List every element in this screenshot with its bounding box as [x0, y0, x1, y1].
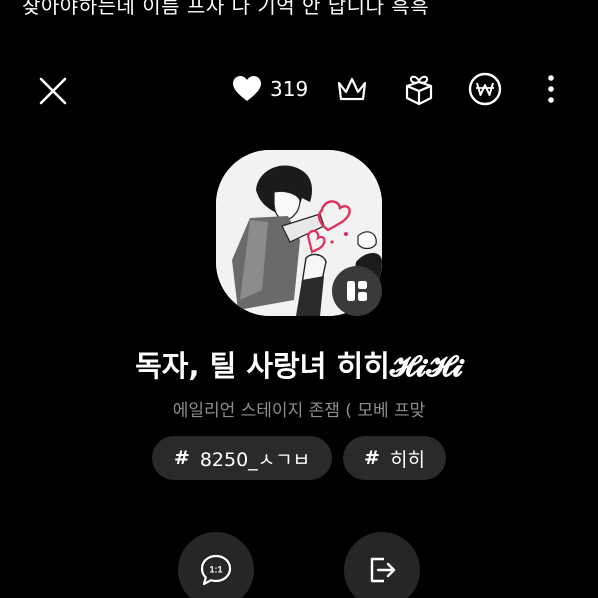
tag-chip[interactable]: # 8250_ㅅㄱㅂ [152, 436, 332, 480]
chat-1to1-button[interactable]: 1:1 [178, 532, 254, 598]
profile-subtitle: 에일리언 스테이지 존잼 ( 모베 프맞 [172, 401, 426, 421]
tag-label: 8250_ㅅㄱㅂ [199, 448, 311, 471]
exit-share-icon [370, 557, 396, 583]
more-button[interactable] [534, 72, 568, 106]
caption-text: 찾아야하는데 이름 프사 나 기억 안 납니다 흑흑 [22, 0, 430, 18]
like-button[interactable]: 319 [232, 74, 308, 104]
chat-1to1-icon: 1:1 [200, 554, 232, 586]
more-vertical-icon [548, 75, 554, 103]
hashtag-icon: # [173, 447, 190, 469]
avatar-container [216, 150, 382, 316]
like-count: 319 [270, 77, 309, 101]
top-bar: 319 [0, 62, 598, 114]
profile-title: 독자, 틸 사랑녀 히히𝓗𝓲𝓗𝓲 [135, 349, 463, 383]
gallery-badge-button[interactable] [332, 266, 382, 316]
won-button[interactable] [468, 72, 502, 106]
profile-screen: 찾아야하는데 이름 프사 나 기억 안 납니다 흑흑 319 독자, 틸 사랑녀… [0, 0, 598, 598]
crown-icon [337, 77, 367, 101]
tag-label: 히히 [389, 448, 425, 471]
gallery-icon [347, 281, 367, 301]
won-coin-icon [468, 72, 502, 106]
gift-button[interactable] [402, 72, 436, 106]
tag-chip[interactable]: # 히히 [343, 436, 446, 480]
close-icon [39, 77, 67, 105]
share-exit-button[interactable] [344, 532, 420, 598]
gift-box-icon [405, 75, 433, 106]
hashtag-icon: # [364, 447, 380, 469]
chat-label: 1:1 [209, 565, 222, 575]
close-button[interactable] [34, 72, 72, 110]
crown-button[interactable] [335, 72, 369, 106]
heart-icon [233, 76, 261, 101]
